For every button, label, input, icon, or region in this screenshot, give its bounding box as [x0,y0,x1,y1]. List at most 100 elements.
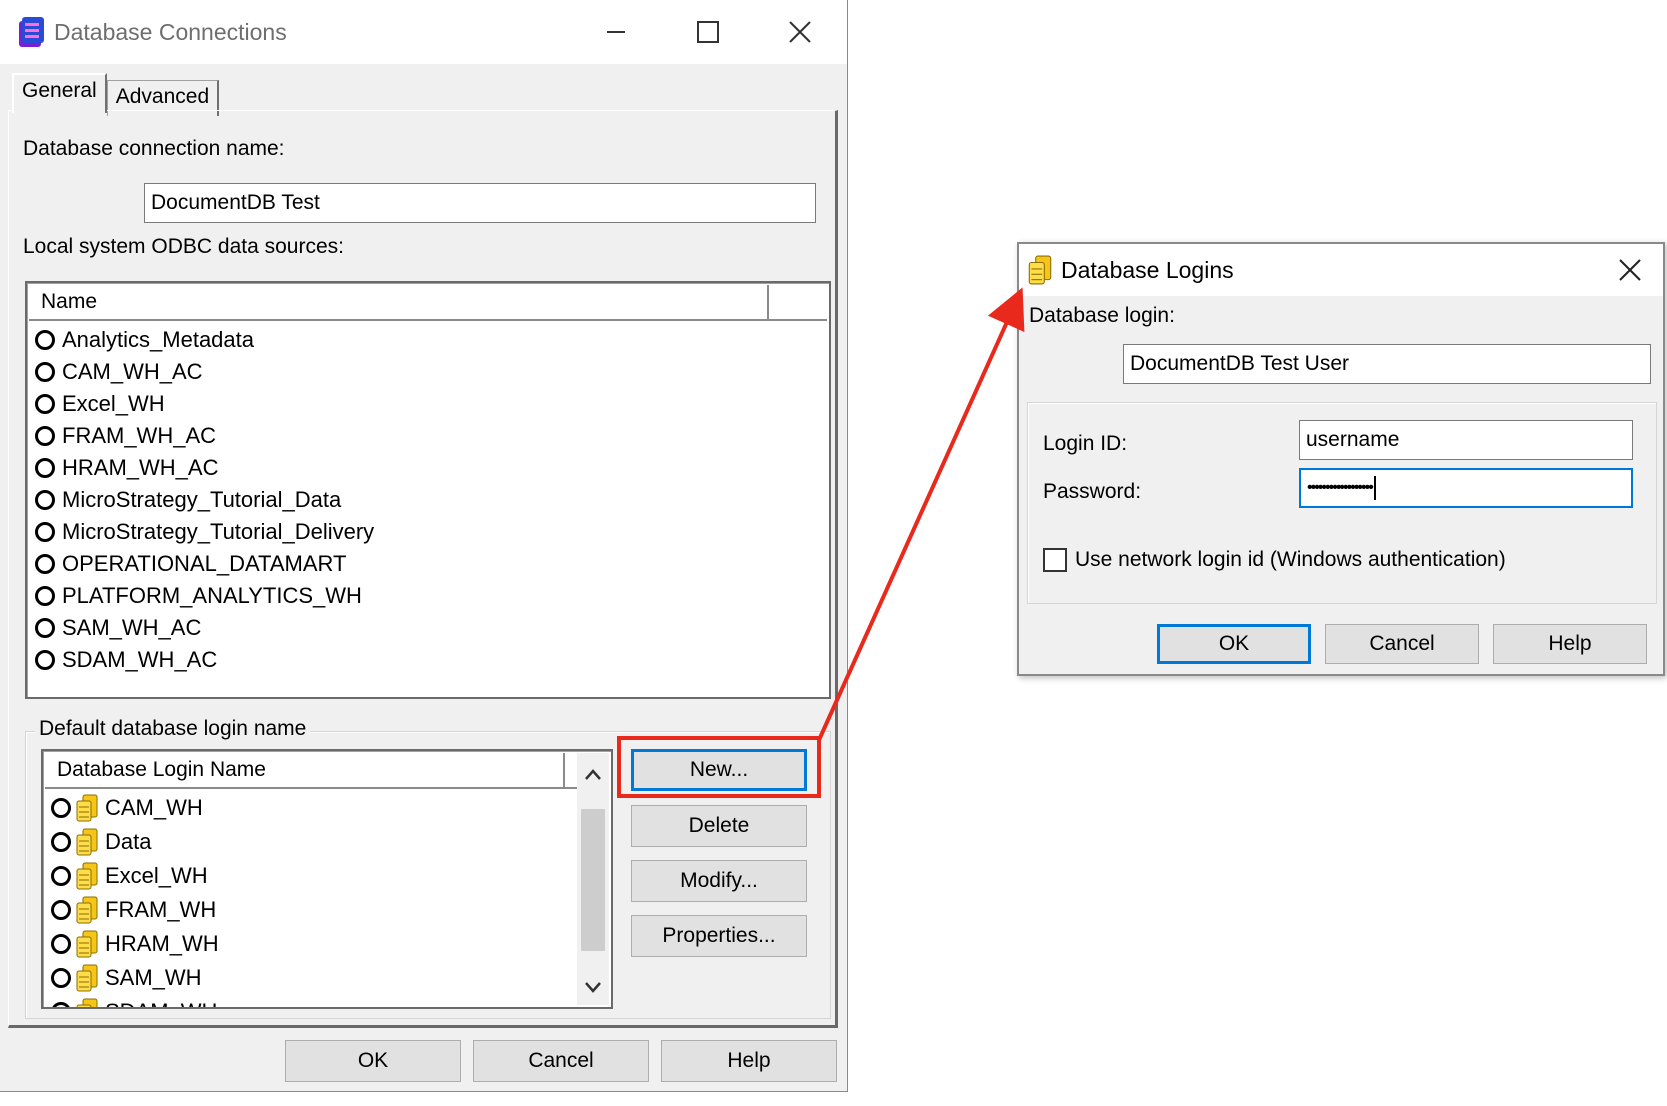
logins-scrollbar[interactable] [577,753,609,1005]
list-item[interactable]: OPERATIONAL_DATAMART [35,549,346,579]
radio-button[interactable] [35,330,55,350]
login-name: SDAM_WH [105,999,217,1007]
database-connections-window: Database Connections General Advanced Da… [0,0,848,1092]
logins-list-header: Database Login Name [45,753,577,789]
annotation-arrow [817,287,1025,741]
list-item[interactable]: SAM_WH_AC [35,613,201,643]
close-icon [1619,259,1641,281]
scroll-down-icon[interactable] [577,971,609,1003]
radio-button[interactable] [51,866,71,886]
list-item[interactable]: SAM_WH [51,963,202,993]
title-bar: Database Connections [0,0,847,64]
list-item[interactable]: Analytics_Metadata [35,325,254,355]
radio-button[interactable] [51,798,71,818]
list-item[interactable]: FRAM_WH_AC [35,421,216,451]
cancel-button[interactable]: Cancel [1325,624,1479,664]
database-logins-window: Database Logins Database login: Document… [1017,242,1665,676]
help-button[interactable]: Help [1493,624,1647,664]
list-item[interactable]: Excel_WH [35,389,165,419]
odbc-source-name: PLATFORM_ANALYTICS_WH [62,583,362,608]
connection-name-label: Database connection name: [23,137,285,160]
odbc-sources-list[interactable]: Name Analytics_Metadata CAM_WH_AC Excel_… [25,281,831,699]
radio-button[interactable] [51,934,71,954]
close-button[interactable] [754,0,846,64]
window-title: Database Logins [1061,256,1234,283]
list-item[interactable]: Excel_WH [51,861,208,891]
list-item[interactable]: HRAM_WH [51,929,219,959]
list-item[interactable]: SDAM_WH_AC [35,645,217,675]
odbc-source-name: CAM_WH_AC [62,359,203,384]
radio-button[interactable] [35,522,55,542]
column-header-empty[interactable] [769,285,827,319]
password-label: Password: [1043,480,1142,503]
login-name: Excel_WH [105,863,208,888]
connection-name-input[interactable]: DocumentDB Test [144,183,816,223]
radio-button[interactable] [51,1002,71,1007]
database-connections-app-icon [19,17,44,47]
properties-login-button[interactable]: Properties... [631,915,807,957]
radio-button[interactable] [35,650,55,670]
list-item[interactable]: CAM_WH_AC [35,357,203,387]
maximize-button[interactable] [662,0,754,64]
login-name: CAM_WH [105,795,203,820]
list-item[interactable]: Data [51,827,151,857]
database-login-label: Database login: [1029,304,1175,327]
radio-button[interactable] [35,394,55,414]
minimize-button[interactable] [570,0,662,64]
scroll-up-icon[interactable] [577,759,609,791]
ok-button[interactable]: OK [285,1040,461,1082]
list-item[interactable]: PLATFORM_ANALYTICS_WH [35,581,362,611]
password-input[interactable]: •••••••••••••••••• [1299,468,1633,508]
list-item[interactable]: SDAM_WH [51,997,217,1007]
minimize-icon [607,31,625,33]
login-id-input[interactable]: username [1299,420,1633,460]
database-login-input[interactable]: DocumentDB Test User [1123,344,1651,384]
radio-button[interactable] [51,968,71,988]
window-title: Database Connections [54,18,287,45]
column-header-name[interactable]: Name [29,285,769,319]
database-login-icon [76,794,98,822]
database-login-icon [76,930,98,958]
odbc-source-name: SAM_WH_AC [62,615,202,640]
radio-button[interactable] [35,362,55,382]
tab-general[interactable]: General [12,73,107,113]
list-item[interactable]: HRAM_WH_AC [35,453,218,483]
text-cursor [1373,476,1376,500]
odbc-source-name: MicroStrategy_Tutorial_Delivery [62,519,375,544]
radio-button[interactable] [35,490,55,510]
list-item[interactable]: CAM_WH [51,793,203,823]
radio-button[interactable] [35,426,55,446]
new-login-button[interactable]: New... [631,749,807,791]
ok-button[interactable]: OK [1157,624,1311,664]
database-logins-list[interactable]: Database Login Name CAM_WH Data Excel_WH… [41,749,613,1009]
radio-button[interactable] [35,554,55,574]
radio-button[interactable] [51,832,71,852]
login-name: Data [105,829,152,854]
help-button[interactable]: Help [661,1040,837,1082]
cancel-button[interactable]: Cancel [473,1040,649,1082]
radio-button[interactable] [51,900,71,920]
password-mask: •••••••••••••••••• [1307,479,1374,496]
odbc-sources-label: Local system ODBC data sources: [23,235,344,258]
login-name: SAM_WH [105,965,202,990]
modify-login-button[interactable]: Modify... [631,860,807,902]
title-bar: Database Logins [1019,244,1663,296]
radio-button[interactable] [35,586,55,606]
column-header-database-login-name[interactable]: Database Login Name [45,753,565,787]
list-item[interactable]: MicroStrategy_Tutorial_Data [35,485,341,515]
delete-login-button[interactable]: Delete [631,805,807,847]
default-login-group-title: Default database login name [35,717,311,741]
network-login-checkbox[interactable] [1043,548,1067,572]
database-login-icon [76,862,98,890]
radio-button[interactable] [35,458,55,478]
odbc-source-name: MicroStrategy_Tutorial_Data [62,487,342,512]
close-button[interactable] [1597,244,1663,296]
network-login-checkbox-row[interactable]: Use network login id (Windows authentica… [1043,548,1506,572]
tab-page-general: Database connection name: DocumentDB Tes… [8,110,838,1028]
list-item[interactable]: MicroStrategy_Tutorial_Delivery [35,517,374,547]
list-item[interactable]: FRAM_WH [51,895,216,925]
maximize-icon [697,21,719,43]
odbc-source-name: OPERATIONAL_DATAMART [62,551,347,576]
scrollbar-thumb[interactable] [581,809,605,951]
radio-button[interactable] [35,618,55,638]
